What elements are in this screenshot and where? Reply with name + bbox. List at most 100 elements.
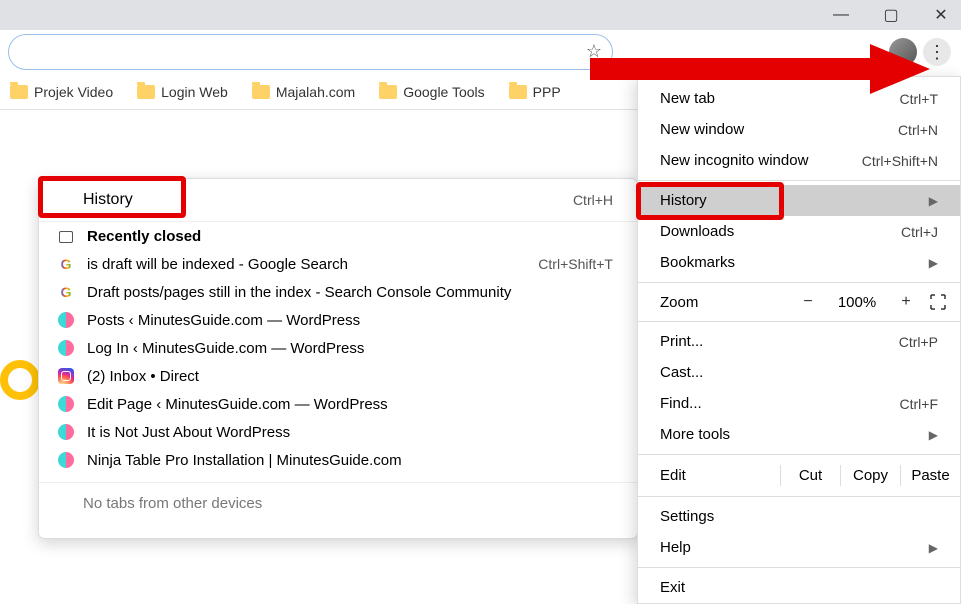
history-shortcut: Ctrl+H <box>573 192 613 208</box>
menu-separator <box>638 567 960 568</box>
menu-more-tools[interactable]: More tools ▶ <box>638 419 960 450</box>
menu-new-window[interactable]: New window Ctrl+N <box>638 114 960 145</box>
menu-history[interactable]: History▶ <box>638 185 960 216</box>
maximize-button[interactable]: ▢ <box>877 5 905 25</box>
google-icon: G <box>57 255 75 273</box>
menu-label: New tab <box>660 90 715 107</box>
menu-edit-row: Edit Cut Copy Paste <box>638 459 960 492</box>
menu-zoom: Zoom − 100% + <box>638 287 960 317</box>
instagram-icon <box>57 367 75 385</box>
menu-separator <box>638 454 960 455</box>
menu-label: Help <box>660 539 691 556</box>
bookmark-folder[interactable]: Google Tools <box>379 84 484 100</box>
fullscreen-icon[interactable] <box>930 294 946 310</box>
menu-separator <box>638 180 960 181</box>
history-item[interactable]: Edit Page ‹ MinutesGuide.com — WordPress <box>39 390 637 418</box>
history-item-label: Log In ‹ MinutesGuide.com — WordPress <box>87 340 613 357</box>
menu-help[interactable]: Help ▶ <box>638 532 960 563</box>
folder-icon <box>10 85 28 99</box>
menu-shortcut: Ctrl+Shift+N <box>862 153 938 169</box>
bookmark-folder[interactable]: PPP <box>509 84 561 100</box>
chrome-menu-button[interactable]: ⋮ <box>923 38 951 66</box>
history-item-label: Edit Page ‹ MinutesGuide.com — WordPress <box>87 396 613 413</box>
bookmark-folder[interactable]: Majalah.com <box>252 84 355 100</box>
reopen-shortcut: Ctrl+Shift+T <box>538 256 613 272</box>
cut-button[interactable]: Cut <box>780 465 840 486</box>
history-item[interactable]: Posts ‹ MinutesGuide.com — WordPress <box>39 306 637 334</box>
bookmark-label: Projek Video <box>34 84 113 100</box>
submenu-arrow-icon: ▶ <box>929 256 938 270</box>
submenu-arrow-icon: ▶ <box>929 541 938 555</box>
history-item-label: Draft posts/pages still in the index - S… <box>87 284 613 301</box>
history-item[interactable]: It is Not Just About WordPress <box>39 418 637 446</box>
history-submenu: History Ctrl+H Recently closed G is draf… <box>38 178 638 539</box>
menu-separator <box>638 321 960 322</box>
bookmark-star-icon[interactable]: ☆ <box>586 41 602 62</box>
site-icon <box>57 423 75 441</box>
history-item[interactable]: G is draft will be indexed - Google Sear… <box>39 250 637 278</box>
history-item-label: is draft will be indexed - Google Search <box>87 256 526 273</box>
site-icon <box>57 451 75 469</box>
history-item[interactable]: Ninja Table Pro Installation | MinutesGu… <box>39 446 637 474</box>
folder-icon <box>509 85 527 99</box>
menu-separator <box>638 496 960 497</box>
submenu-arrow-icon: ▶ <box>929 428 938 442</box>
menu-shortcut: Ctrl+J <box>901 224 938 240</box>
menu-label: Downloads <box>660 223 734 240</box>
no-other-devices: No tabs from other devices <box>39 482 637 524</box>
menu-label: New window <box>660 121 744 138</box>
site-icon <box>57 311 75 329</box>
edit-label: Edit <box>660 467 780 484</box>
history-item-label: It is Not Just About WordPress <box>87 424 613 441</box>
menu-settings[interactable]: Settings <box>638 501 960 532</box>
bookmark-label: Login Web <box>161 84 228 100</box>
minimize-button[interactable]: — <box>827 6 855 24</box>
menu-shortcut: Ctrl+F <box>900 396 939 412</box>
menu-label: Bookmarks <box>660 254 735 271</box>
history-item-label: (2) Inbox • Direct <box>87 368 613 385</box>
recently-closed-header: Recently closed <box>39 222 637 250</box>
profile-avatar[interactable] <box>889 38 917 66</box>
zoom-out-button[interactable]: − <box>794 293 822 311</box>
menu-print[interactable]: Print...Ctrl+P <box>638 326 960 357</box>
menu-downloads[interactable]: Downloads Ctrl+J <box>638 216 960 247</box>
copy-button[interactable]: Copy <box>840 465 900 486</box>
address-bar[interactable]: ☆ <box>8 34 613 70</box>
menu-exit[interactable]: Exit <box>638 572 960 603</box>
menu-bookmarks[interactable]: Bookmarks ▶ <box>638 247 960 278</box>
close-button[interactable]: ✕ <box>927 5 955 25</box>
paste-button[interactable]: Paste <box>900 465 960 486</box>
history-header-row[interactable]: History Ctrl+H <box>39 179 637 222</box>
chrome-main-menu: New tab Ctrl+T New window Ctrl+N New incog… <box>637 76 961 604</box>
history-item-label: Ninja Table Pro Installation | MinutesGu… <box>87 452 613 469</box>
menu-label: Settings <box>660 508 714 525</box>
menu-label: Cast... <box>660 364 703 381</box>
history-item[interactable]: Log In ‹ MinutesGuide.com — WordPress <box>39 334 637 362</box>
folder-icon <box>137 85 155 99</box>
bookmark-label: PPP <box>533 84 561 100</box>
window-titlebar: — ▢ ✕ <box>0 0 961 30</box>
tabs-icon <box>57 227 75 245</box>
menu-shortcut: Ctrl+N <box>898 122 938 138</box>
bookmark-folder[interactable]: Projek Video <box>10 84 113 100</box>
folder-icon <box>252 85 270 99</box>
menu-new-tab[interactable]: New tab Ctrl+T <box>638 83 960 114</box>
menu-shortcut: Ctrl+T <box>900 91 939 107</box>
menu-label: More tools <box>660 426 730 443</box>
history-item-label: Posts ‹ MinutesGuide.com — WordPress <box>87 312 613 329</box>
bookmark-folder[interactable]: Login Web <box>137 84 228 100</box>
site-icon <box>57 339 75 357</box>
folder-icon <box>379 85 397 99</box>
zoom-in-button[interactable]: + <box>892 293 920 311</box>
bookmark-label: Google Tools <box>403 84 484 100</box>
menu-label: Find... <box>660 395 702 412</box>
menu-label: Print... <box>660 333 703 350</box>
history-item[interactable]: (2) Inbox • Direct <box>39 362 637 390</box>
decorative-ring <box>0 360 40 400</box>
menu-cast[interactable]: Cast... <box>638 357 960 388</box>
history-item[interactable]: G Draft posts/pages still in the index -… <box>39 278 637 306</box>
menu-find[interactable]: Find... Ctrl+F <box>638 388 960 419</box>
browser-toolbar: ☆ ⋮ <box>0 30 961 74</box>
menu-incognito[interactable]: New incognito windowCtrl+Shift+N <box>638 145 960 176</box>
history-label: History <box>83 191 133 209</box>
